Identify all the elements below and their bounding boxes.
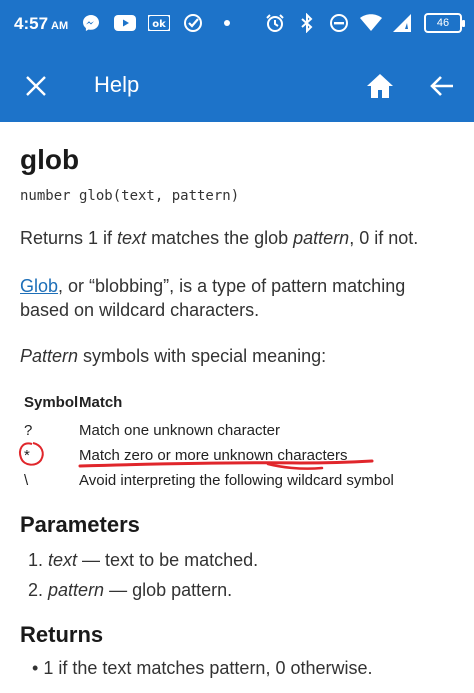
wifi-icon (360, 12, 382, 34)
function-description: Returns 1 if text matches the glob patte… (20, 228, 419, 248)
close-icon (26, 76, 46, 96)
symbol-table: Symbol Match ? Match one unknown charact… (24, 394, 439, 493)
table-row: ? Match one unknown character (24, 418, 439, 443)
home-button[interactable] (362, 68, 398, 104)
list-item: 1. text — text to be matched. (28, 550, 259, 570)
ok-icon: ok (148, 12, 170, 34)
list-item: • 1 if the text matches pattern, 0 other… (32, 658, 373, 678)
table-header: Symbol Match (24, 394, 439, 414)
bluetooth-icon (296, 12, 318, 34)
symbol-cell: \ (24, 472, 29, 489)
arrow-left-icon (430, 76, 453, 96)
back-button[interactable] (424, 68, 460, 104)
match-cell: Match zero or more unknown characters (79, 447, 348, 464)
table-row: \ Avoid interpreting the following wildc… (24, 468, 439, 493)
alarm-icon (264, 12, 286, 34)
home-icon (367, 74, 393, 98)
glob-link[interactable]: Glob (20, 276, 58, 296)
function-title: glob (20, 144, 80, 175)
app-bar: Help (0, 50, 474, 122)
match-cell: Match one unknown character (79, 422, 280, 439)
dot-icon (216, 12, 238, 34)
status-time: 4:57 AM (14, 14, 69, 33)
checkmark-icon (182, 12, 204, 34)
symbol-cell: ? (24, 422, 33, 439)
function-signature: number glob(text, pattern) (20, 188, 240, 204)
youtube-icon (114, 12, 136, 34)
signal-icon (392, 12, 414, 34)
match-cell: Avoid interpreting the following wildcar… (79, 472, 394, 489)
symbol-cell: * (24, 447, 30, 464)
battery-icon: 46 (424, 13, 465, 33)
glob-paragraph: Glob, or “blobbing”, is a type of patter… (20, 276, 406, 320)
messenger-icon (80, 12, 102, 34)
page-title: Help (94, 72, 140, 97)
status-bar: 4:57 AM ok 46 (0, 0, 474, 50)
returns-heading: Returns (20, 622, 104, 647)
column-header-symbol: Symbol (24, 394, 79, 411)
parameters-heading: Parameters (20, 512, 140, 537)
pattern-intro: Pattern symbols with special meaning: (20, 346, 327, 366)
column-header-match: Match (79, 394, 123, 411)
svg-text:ok: ok (152, 19, 166, 30)
table-row: * Match zero or more unknown characters (24, 443, 439, 468)
close-button[interactable] (20, 70, 52, 102)
list-item: 2. pattern — glob pattern. (28, 580, 233, 600)
dnd-icon (328, 12, 350, 34)
